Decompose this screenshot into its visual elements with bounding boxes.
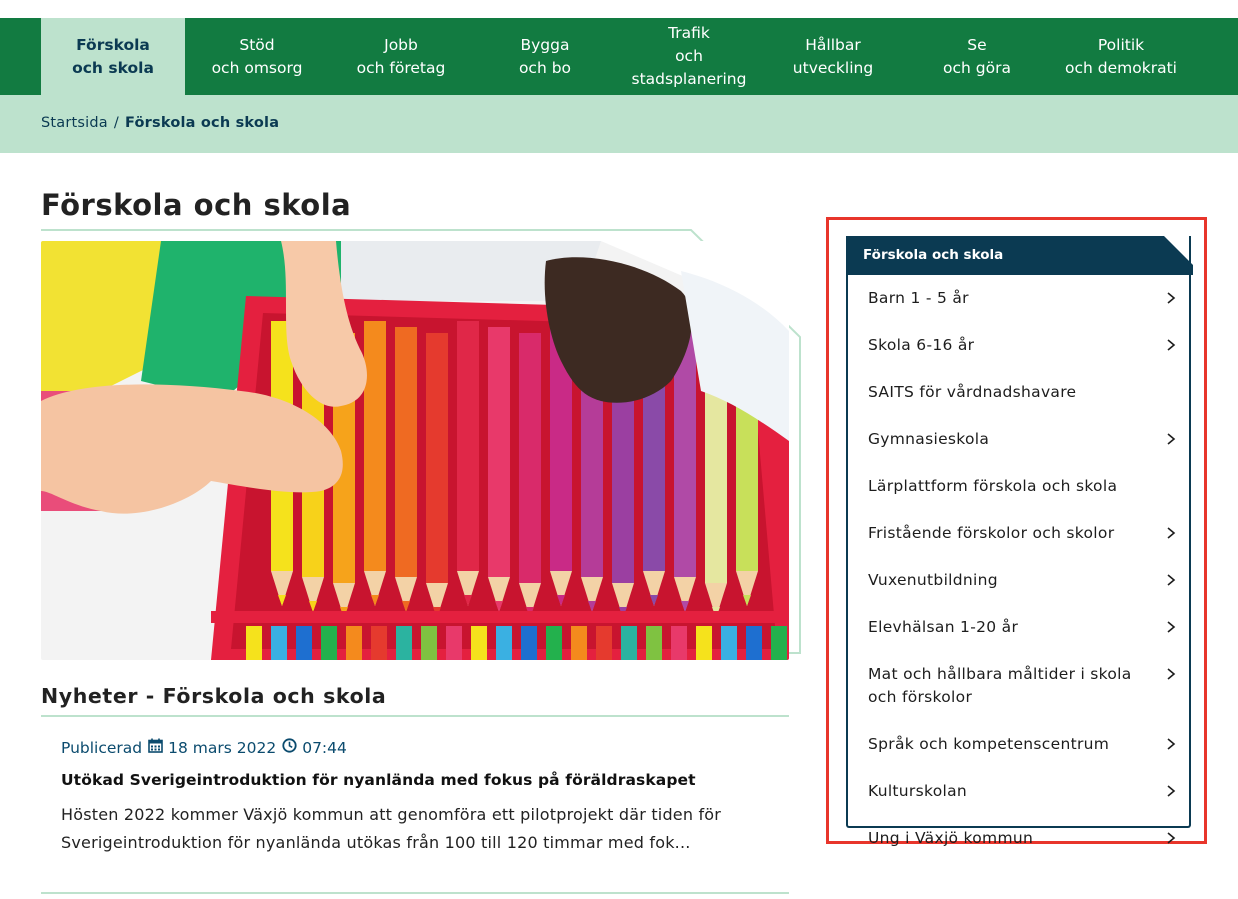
side-menu-item-label: Elevhälsan 1-20 år	[868, 618, 1019, 636]
news-excerpt: Hösten 2022 kommer Växjö kommun att geno…	[61, 805, 722, 852]
side-menu-item-vuxenutbildning[interactable]: Vuxenutbildning	[848, 557, 1191, 604]
main-navigation: Förskola och skola Stöd och omsorg Jobb …	[0, 18, 1238, 95]
side-menu-item-mat-och-maltider[interactable]: Mat och hållbara måltider i skola och fö…	[848, 651, 1191, 721]
chevron-right-icon[interactable]	[1165, 664, 1177, 684]
nav-item-bygga-och-bo[interactable]: Bygga och bo	[473, 18, 617, 95]
chevron-right-icon[interactable]	[1165, 828, 1177, 848]
side-menu-item-larplattform[interactable]: Lärplattform förskola och skola	[848, 463, 1191, 510]
side-menu-item-elevhalsan[interactable]: Elevhälsan 1-20 år	[848, 604, 1191, 651]
nav-item-se-och-gora[interactable]: Se och göra	[905, 18, 1049, 95]
side-menu-item-label: SAITS för vårdnadshavare	[868, 383, 1077, 401]
chevron-right-icon[interactable]	[1165, 429, 1177, 449]
nav-item-hallbar-utveckling[interactable]: Hållbar utveckling	[761, 18, 905, 95]
nav-item-label: Jobb och företag	[356, 35, 446, 77]
calendar-icon	[148, 738, 163, 757]
breadcrumb-current: Förskola och skola	[125, 115, 280, 131]
side-menu-item-label: Lärplattform förskola och skola	[868, 477, 1118, 495]
side-menu-item-label: Språk och kompetenscentrum	[868, 735, 1110, 753]
breadcrumb: Startsida / Förskola och skola	[41, 115, 279, 131]
side-menu-list: Barn 1 - 5 år Skola 6-16 år SAITS för vå…	[848, 275, 1191, 862]
news-meta: Publicerad 18 mars 2022 07:44	[61, 738, 347, 757]
side-menu-item-label: Skola 6-16 år	[868, 336, 975, 354]
hero-image	[41, 241, 789, 660]
clock-icon	[282, 738, 297, 757]
nav-item-label: Hållbar utveckling	[792, 35, 874, 77]
nav-item-stod-och-omsorg[interactable]: Stöd och omsorg	[185, 18, 329, 95]
side-menu-item-gymnasieskola[interactable]: Gymnasieskola	[848, 416, 1191, 463]
side-menu-item-label: Kulturskolan	[868, 782, 968, 800]
side-menu-item-sprak-och-kompetenscentrum[interactable]: Språk och kompetenscentrum	[848, 721, 1191, 768]
side-menu-item-ung-i-vaxjo[interactable]: Ung i Växjö kommun	[848, 815, 1191, 862]
nav-item-label: Bygga och bo	[518, 35, 572, 77]
side-menu-item-label: Barn 1 - 5 år	[868, 289, 969, 307]
chevron-right-icon[interactable]	[1165, 781, 1177, 801]
side-menu-item-skola-6-16-ar[interactable]: Skola 6-16 år	[848, 322, 1191, 369]
chevron-right-icon[interactable]	[1165, 734, 1177, 754]
chevron-right-icon[interactable]	[1165, 335, 1177, 355]
published-label: Publicerad	[61, 738, 143, 757]
nav-item-trafik-och-stadsplanering[interactable]: Trafik och stadsplanering	[617, 18, 761, 95]
side-menu-item-barn-1-5-ar[interactable]: Barn 1 - 5 år	[848, 275, 1191, 322]
nav-item-label: Politik och demokrati	[1065, 35, 1177, 77]
breadcrumb-bar: Startsida / Förskola och skola	[0, 95, 1238, 153]
nav-item-label: Trafik och stadsplanering	[631, 24, 747, 88]
side-menu-item-fristaende[interactable]: Fristående förskolor och skolor	[848, 510, 1191, 557]
page-title: Förskola och skola	[41, 188, 352, 222]
side-menu-item-label: Mat och hållbara måltider i skola och fö…	[868, 665, 1132, 706]
nav-item-label: Förskola och skola	[72, 35, 154, 77]
side-menu-title: Förskola och skola	[846, 236, 1193, 275]
nav-item-label: Se och göra	[943, 35, 1011, 77]
side-menu-item-saits[interactable]: SAITS för vårdnadshavare	[848, 369, 1191, 416]
nav-item-politik-och-demokrati[interactable]: Politik och demokrati	[1049, 18, 1193, 95]
breadcrumb-separator: /	[113, 115, 119, 131]
news-heading: Nyheter - Förskola och skola	[41, 684, 387, 708]
chevron-right-icon[interactable]	[1165, 523, 1177, 543]
side-menu-item-label: Ung i Växjö kommun	[868, 829, 1034, 847]
section-side-menu: Förskola och skola Barn 1 - 5 år Skola 6…	[846, 236, 1193, 847]
chevron-right-icon[interactable]	[1165, 617, 1177, 637]
side-menu-item-label: Fristående förskolor och skolor	[868, 524, 1115, 542]
news-date: 18 mars 2022	[168, 738, 277, 757]
side-menu-item-label: Gymnasieskola	[868, 430, 990, 448]
divider	[41, 715, 789, 717]
chevron-right-icon[interactable]	[1165, 288, 1177, 308]
nav-item-label: Stöd och omsorg	[211, 35, 303, 77]
news-time: 07:44	[302, 738, 347, 757]
divider	[41, 892, 789, 894]
side-menu-item-kulturskolan[interactable]: Kulturskolan	[848, 768, 1191, 815]
breadcrumb-home-link[interactable]: Startsida	[41, 115, 108, 131]
chevron-right-icon[interactable]	[1165, 570, 1177, 590]
news-article-link[interactable]: Utökad Sverigeintroduktion för nyanlända…	[61, 771, 696, 789]
nav-item-jobb-och-foretag[interactable]: Jobb och företag	[329, 18, 473, 95]
nav-item-forskola-och-skola[interactable]: Förskola och skola	[41, 18, 185, 95]
side-menu-item-label: Vuxenutbildning	[868, 571, 998, 589]
